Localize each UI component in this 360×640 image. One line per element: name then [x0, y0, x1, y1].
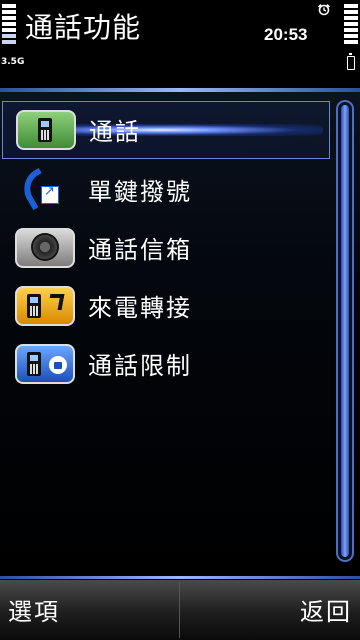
status-bar: 3.5G 通話功能 20:53: [0, 0, 360, 78]
menu-item-label: 單鍵撥號: [88, 178, 192, 206]
softkey-bar: 選項 返回: [0, 580, 360, 640]
options-softkey[interactable]: 選項: [8, 592, 60, 627]
signal-strength-icon: [2, 4, 16, 44]
page-title: 通話功能: [25, 11, 142, 44]
menu-item-label: 通話限制: [88, 352, 192, 380]
menu-item-speed-dial[interactable]: 單鍵撥號: [0, 160, 330, 218]
scrollbar-thumb[interactable]: [341, 105, 349, 557]
voicemail-icon: [15, 228, 75, 268]
menu-item-call-divert[interactable]: 來電轉接: [0, 276, 330, 334]
battery-level-icon: [344, 4, 358, 44]
scrollbar[interactable]: [336, 100, 354, 562]
menu-item-call-barring[interactable]: 通話限制: [0, 334, 330, 392]
speed-dial-icon: [15, 167, 75, 211]
battery-icon: [347, 53, 355, 70]
clock: 20:53: [264, 25, 308, 44]
menu-item-label: 通話: [89, 118, 141, 146]
softkey-divider: [179, 582, 180, 638]
bottom-divider: [0, 576, 360, 579]
menu-item-call[interactable]: 通話: [2, 101, 330, 159]
phone-settings-icon: [16, 110, 76, 150]
call-divert-icon: [15, 286, 75, 326]
call-barring-icon: [15, 344, 75, 384]
menu-item-label: 來電轉接: [88, 294, 192, 322]
menu-item-label: 通話信箱: [88, 236, 192, 264]
alarm-clock-icon: [317, 3, 331, 16]
top-divider: [0, 88, 360, 92]
menu-item-voicemail[interactable]: 通話信箱: [0, 218, 330, 276]
network-type-label: 3.5G: [1, 57, 25, 67]
back-softkey[interactable]: 返回: [300, 592, 352, 627]
